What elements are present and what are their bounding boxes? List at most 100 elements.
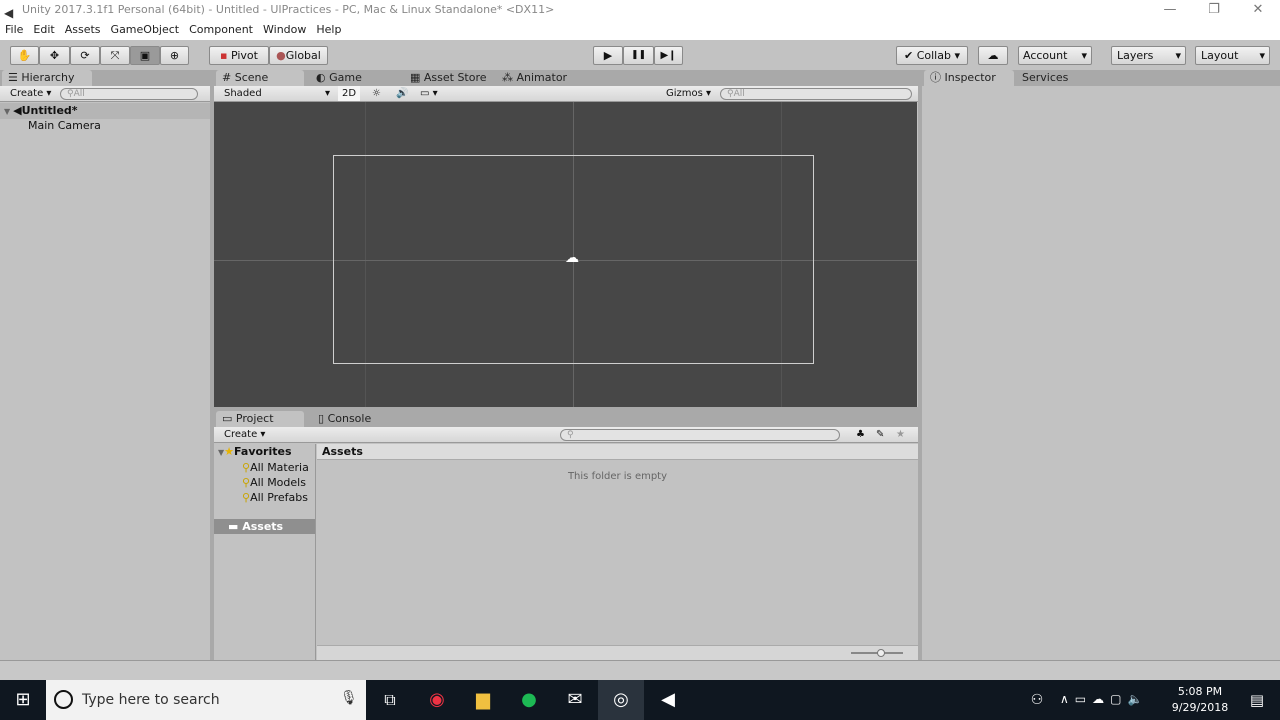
assets-folder-item[interactable]: ▬ Assets xyxy=(214,519,315,534)
clock[interactable]: 5:08 PM 9/29/2018 xyxy=(1168,684,1232,716)
audio-toggle-icon[interactable]: 🔊 xyxy=(396,86,408,101)
breadcrumb[interactable]: Assets xyxy=(317,444,918,460)
mail-icon[interactable]: ✉ xyxy=(552,680,598,720)
tab-services[interactable]: Services xyxy=(1016,70,1068,86)
pivot-label: Pivot xyxy=(230,49,258,62)
favorite-item[interactable]: ⚲All Models xyxy=(214,475,315,490)
microphone-icon[interactable]: 🎙 xyxy=(340,690,358,706)
menu-assets[interactable]: Assets xyxy=(60,20,106,40)
favorite-item-label: All Models xyxy=(250,476,306,489)
asset-store-tab-label: Asset Store xyxy=(423,71,487,84)
favorites-item[interactable]: ▼★Favorites xyxy=(214,444,315,460)
move-tool-button[interactable]: ✥ xyxy=(39,46,70,65)
favorite-star-icon[interactable]: ★ xyxy=(896,427,905,442)
tab-hierarchy[interactable]: ☰ Hierarchy xyxy=(2,70,92,86)
project-footer xyxy=(317,645,918,660)
shading-dropdown[interactable]: Shaded ▾ xyxy=(224,86,330,101)
tab-console[interactable]: ▯ Console xyxy=(312,411,371,427)
action-center-icon[interactable]: ▤ xyxy=(1234,680,1280,720)
project-search-input[interactable]: ⚲ xyxy=(560,429,840,441)
hierarchy-panel: ☰ Hierarchy Create ▾ ⚲All ▼ ◀Untitled* Ma… xyxy=(0,70,210,660)
hierarchy-tab-label: Hierarchy xyxy=(21,71,75,84)
task-view-icon[interactable]: ⧉ xyxy=(367,680,413,720)
close-button[interactable]: ✕ xyxy=(1236,0,1280,20)
window-title: Unity 2017.3.1f1 Personal (64bit) - Unti… xyxy=(22,3,555,16)
clock-time: 5:08 PM xyxy=(1177,685,1223,698)
tab-asset-store[interactable]: ▦ Asset Store xyxy=(404,70,487,86)
list-item[interactable]: Main Camera xyxy=(28,119,101,133)
project-tab-label: Project xyxy=(235,412,274,425)
file-explorer-icon[interactable]: ▆ xyxy=(460,680,506,720)
favorite-item[interactable]: ⚲All Materia xyxy=(214,460,315,475)
search-placeholder: All xyxy=(73,89,85,99)
tab-animator[interactable]: ⁂ Animator xyxy=(496,70,567,86)
2d-toggle[interactable]: 2D xyxy=(338,86,361,101)
pause-button[interactable]: ❚❚ xyxy=(623,46,654,65)
gizmos-dropdown[interactable]: Gizmos ▾ xyxy=(666,86,711,101)
rotate-tool-button[interactable]: ⟳ xyxy=(70,46,100,65)
spotify-icon[interactable]: ● xyxy=(506,680,552,720)
cloud-button[interactable]: ☁ xyxy=(978,46,1008,65)
account-dropdown[interactable]: Account ▾ xyxy=(1018,46,1092,65)
hierarchy-create-dropdown[interactable]: Create ▾ xyxy=(10,86,51,101)
hierarchy-search-input[interactable]: ⚲All xyxy=(60,88,198,100)
transform-tool-button[interactable]: ⊕ xyxy=(160,46,189,65)
project-create-dropdown[interactable]: Create ▾ xyxy=(224,427,265,442)
step-button[interactable]: ▶❙ xyxy=(654,46,683,65)
battery-icon[interactable]: ▭ xyxy=(1075,692,1092,706)
scene-search-input[interactable]: ⚲All xyxy=(720,88,912,100)
menu-edit[interactable]: Edit xyxy=(28,20,59,40)
rect-tool-button[interactable]: ▣ xyxy=(130,46,160,65)
scale-tool-button[interactable]: ⤧ xyxy=(100,46,130,65)
restore-button[interactable]: ❐ xyxy=(1192,0,1236,20)
volume-icon[interactable]: 🔈 xyxy=(1127,692,1148,706)
tab-inspector[interactable]: ⓘ Inspector xyxy=(924,70,1014,86)
people-icon[interactable]: ⚇ xyxy=(1014,680,1060,720)
pivot-button[interactable]: ▪ Pivot xyxy=(209,46,269,65)
tab-scene[interactable]: # Scene xyxy=(216,70,304,86)
tab-game[interactable]: ◐ Game xyxy=(310,70,362,86)
camera-gizmo-icon[interactable]: ☁ xyxy=(565,250,579,266)
network-icon[interactable]: ▢ xyxy=(1110,692,1127,706)
menu-file[interactable]: File xyxy=(0,20,28,40)
tab-project[interactable]: ▭ Project xyxy=(216,411,304,427)
menu-window[interactable]: Window xyxy=(258,20,311,40)
menu-bar: File Edit Assets GameObject Component Window H… xyxy=(0,20,1280,40)
project-panel: ▭ Project ▯ Console Create ▾ ⚲ ♣ ✎ ★ ▼★F… xyxy=(214,411,918,660)
lighting-toggle-icon[interactable]: ☼ xyxy=(372,86,381,101)
favorite-item[interactable]: ⚲All Prefabs xyxy=(214,490,315,505)
layout-dropdown[interactable]: Layout ▾ xyxy=(1195,46,1270,65)
windows-start-icon[interactable]: ⊞ xyxy=(0,680,46,720)
onedrive-icon[interactable]: ☁ xyxy=(1092,692,1110,706)
chrome-icon[interactable]: ◉ xyxy=(414,680,460,720)
menu-gameobject[interactable]: GameObject xyxy=(106,20,185,40)
filter-type-icon[interactable]: ♣ xyxy=(856,427,865,442)
collab-dropdown[interactable]: ✔ Collab ▾ xyxy=(896,46,968,65)
collab-label: Collab xyxy=(916,49,951,62)
unity-taskbar-icon[interactable]: ◀ xyxy=(645,680,691,720)
effects-dropdown-icon[interactable]: ▭ ▾ xyxy=(420,86,438,101)
cortana-icon xyxy=(54,690,73,709)
system-tray[interactable]: ∧▭☁▢🔈 xyxy=(1060,692,1148,706)
obs-icon[interactable]: ◎ xyxy=(598,680,644,720)
assets-folder-label: Assets xyxy=(242,520,284,533)
console-tab-label: Console xyxy=(327,412,372,425)
scene-tab-label: Scene xyxy=(234,71,269,84)
filter-label-icon[interactable]: ✎ xyxy=(876,427,884,442)
project-create-label: Create xyxy=(224,429,258,440)
clock-date: 9/29/2018 xyxy=(1171,701,1229,714)
gizmos-label: Gizmos xyxy=(666,88,703,99)
layers-dropdown[interactable]: Layers ▾ xyxy=(1111,46,1186,65)
hand-tool-button[interactable]: ✋ xyxy=(10,46,39,65)
minimize-button[interactable]: — xyxy=(1148,0,1192,20)
slider-handle[interactable] xyxy=(877,649,885,657)
global-label: Global xyxy=(285,49,321,62)
scene-root-item[interactable]: ▼ ◀Untitled* xyxy=(0,103,210,119)
menu-help[interactable]: Help xyxy=(311,20,346,40)
chevron-up-icon[interactable]: ∧ xyxy=(1060,692,1075,706)
taskbar-search-input[interactable]: Type here to search 🎙 xyxy=(46,680,366,720)
menu-component[interactable]: Component xyxy=(184,20,258,40)
global-button[interactable]: ●Global xyxy=(269,46,328,65)
scene-viewport[interactable]: ☁ xyxy=(214,102,917,407)
play-button[interactable]: ▶ xyxy=(593,46,623,65)
